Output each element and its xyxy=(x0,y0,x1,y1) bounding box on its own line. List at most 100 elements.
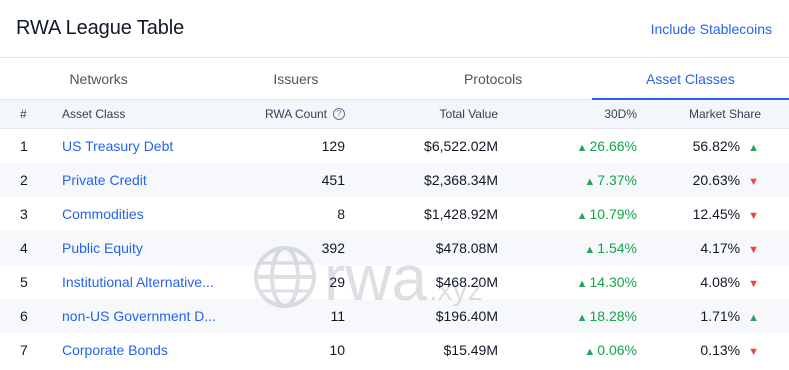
triangle-down-icon: ▼ xyxy=(748,244,759,256)
market-share-cell: 12.45% ▼ xyxy=(637,206,774,222)
market-share-cell: 4.08% ▼ xyxy=(637,274,774,290)
change-30d-cell: ▲ 1.54% xyxy=(498,240,637,256)
rwa-count-cell: 10 xyxy=(329,342,345,358)
total-value-cell: $196.40M xyxy=(435,308,498,324)
rwa-count-cell: 451 xyxy=(321,172,345,188)
row-number: 4 xyxy=(20,240,28,256)
asset-class-cell: Corporate Bonds xyxy=(45,342,220,358)
column-header-total-value[interactable]: Total Value xyxy=(345,107,498,121)
change-30d-value: 7.37% xyxy=(597,172,637,188)
change-30d-value: 0.06% xyxy=(597,342,637,358)
triangle-down-icon: ▼ xyxy=(748,210,759,222)
asset-class-link[interactable]: US Treasury Debt xyxy=(62,138,173,154)
triangle-up-icon: ▲ xyxy=(584,346,596,358)
total-value-cell: $468.20M xyxy=(435,274,498,290)
table-row[interactable]: 1 US Treasury Debt 129 $6,522.02M ▲ 26.66% 56.… xyxy=(0,129,789,163)
market-share-value: 0.13% xyxy=(700,342,741,358)
market-share-cell: 0.13% ▼ xyxy=(637,342,774,358)
asset-class-link[interactable]: Private Credit xyxy=(62,172,147,188)
tab-asset-classes[interactable]: Asset Classes xyxy=(591,58,789,100)
total-value-cell: $1,428.92M xyxy=(424,206,498,222)
asset-class-link[interactable]: Institutional Alternative... xyxy=(62,274,214,290)
asset-class-cell: Commodities xyxy=(45,206,220,222)
table-row[interactable]: 2 Private Credit 451 $2,368.34M ▲ 7.37% 20.63%… xyxy=(0,163,789,197)
change-30d-value: 1.54% xyxy=(597,240,637,256)
market-share-cell: 20.63% ▼ xyxy=(637,172,774,188)
column-header-market-share[interactable]: Market Share xyxy=(637,107,774,121)
triangle-up-icon: ▲ xyxy=(576,142,588,154)
include-stablecoins-link[interactable]: Include Stablecoins xyxy=(651,21,772,37)
market-share-value: 56.82% xyxy=(692,138,741,154)
column-header-30d[interactable]: 30D% xyxy=(498,107,637,121)
rwa-count-cell: 129 xyxy=(321,138,345,154)
market-share-value: 1.71% xyxy=(700,308,741,324)
row-number: 7 xyxy=(20,342,28,358)
change-30d-cell: ▲ 14.30% xyxy=(498,274,637,290)
market-share-cell: 1.71% ▲ xyxy=(637,308,774,324)
market-share-value: 12.45% xyxy=(692,206,741,222)
market-share-cell: 4.17% ▼ xyxy=(637,240,774,256)
triangle-up-icon: ▲ xyxy=(576,312,588,324)
table-row[interactable]: 3 Commodities 8 $1,428.92M ▲ 10.79% 12.45% ▼ xyxy=(0,197,789,231)
change-30d-value: 10.79% xyxy=(589,206,637,222)
triangle-down-icon: ▼ xyxy=(748,278,759,290)
page-title: RWA League Table xyxy=(16,17,185,39)
table-row[interactable]: 4 Public Equity 392 $478.08M ▲ 1.54% 4.17% ▼ xyxy=(0,231,789,265)
table-row[interactable]: 6 non-US Government D... 11 $196.40M ▲ 18.28%… xyxy=(0,299,789,333)
triangle-down-icon: ▼ xyxy=(748,176,759,188)
column-header-asset-class[interactable]: Asset Class xyxy=(45,107,220,121)
triangle-up-icon: ▲ xyxy=(748,312,759,324)
tab-networks[interactable]: Networks xyxy=(0,58,197,99)
change-30d-cell: ▲ 18.28% xyxy=(498,308,637,324)
column-header-number: # xyxy=(20,107,27,121)
asset-class-cell: Private Credit xyxy=(45,172,220,188)
market-share-value: 4.17% xyxy=(700,240,741,256)
rwa-count-cell: 8 xyxy=(337,206,345,222)
column-header-rwa-count[interactable]: RWA Count ? xyxy=(220,107,345,121)
total-value-cell: $15.49M xyxy=(443,342,498,358)
rwa-count-cell: 392 xyxy=(321,240,345,256)
table-body: 1 US Treasury Debt 129 $6,522.02M ▲ 26.66% 56.… xyxy=(0,129,789,367)
row-number: 2 xyxy=(20,172,28,188)
market-share-value: 4.08% xyxy=(700,274,741,290)
change-30d-cell: ▲ 7.37% xyxy=(498,172,637,188)
table-row[interactable]: 5 Institutional Alternative... 29 $468.20M ▲… xyxy=(0,265,789,299)
question-circle-icon[interactable]: ? xyxy=(333,108,345,120)
change-30d-cell: ▲ 26.66% xyxy=(498,138,637,154)
row-number: 5 xyxy=(20,274,28,290)
triangle-up-icon: ▲ xyxy=(576,210,588,222)
triangle-up-icon: ▲ xyxy=(584,176,596,188)
asset-class-cell: Public Equity xyxy=(45,240,220,256)
asset-class-link[interactable]: non-US Government D... xyxy=(62,308,216,324)
tab-bar: Networks Issuers Protocols Asset Classes xyxy=(0,58,789,100)
asset-class-cell: US Treasury Debt xyxy=(45,138,220,154)
change-30d-cell: ▲ 0.06% xyxy=(498,342,637,358)
change-30d-cell: ▲ 10.79% xyxy=(498,206,637,222)
triangle-down-icon: ▼ xyxy=(748,346,759,358)
change-30d-value: 14.30% xyxy=(589,274,637,290)
asset-class-link[interactable]: Public Equity xyxy=(62,240,143,256)
rwa-count-cell: 11 xyxy=(330,308,345,324)
asset-class-link[interactable]: Commodities xyxy=(62,206,144,222)
total-value-cell: $6,522.02M xyxy=(424,138,498,154)
triangle-up-icon: ▲ xyxy=(576,278,588,290)
rwa-count-cell: 29 xyxy=(329,274,345,290)
change-30d-value: 26.66% xyxy=(589,138,637,154)
triangle-up-icon: ▲ xyxy=(584,244,596,256)
total-value-cell: $2,368.34M xyxy=(424,172,498,188)
column-header-rwa-count-label: RWA Count xyxy=(264,107,327,121)
tab-protocols[interactable]: Protocols xyxy=(395,58,592,99)
market-share-value: 20.63% xyxy=(692,172,741,188)
total-value-cell: $478.08M xyxy=(435,240,498,256)
asset-class-link[interactable]: Corporate Bonds xyxy=(62,342,168,358)
asset-class-cell: Institutional Alternative... xyxy=(45,274,220,290)
row-number: 1 xyxy=(20,138,28,154)
table-header: # Asset Class RWA Count ? Total Value 30… xyxy=(0,100,789,129)
table-row[interactable]: 7 Corporate Bonds 10 $15.49M ▲ 0.06% 0.13% ▼ xyxy=(0,333,789,367)
market-share-cell: 56.82% ▲ xyxy=(637,138,774,154)
row-number: 3 xyxy=(20,206,28,222)
page-header: RWA League Table Include Stablecoins xyxy=(0,0,789,58)
tab-issuers[interactable]: Issuers xyxy=(197,58,394,99)
asset-class-cell: non-US Government D... xyxy=(45,308,220,324)
triangle-up-icon: ▲ xyxy=(748,142,759,154)
